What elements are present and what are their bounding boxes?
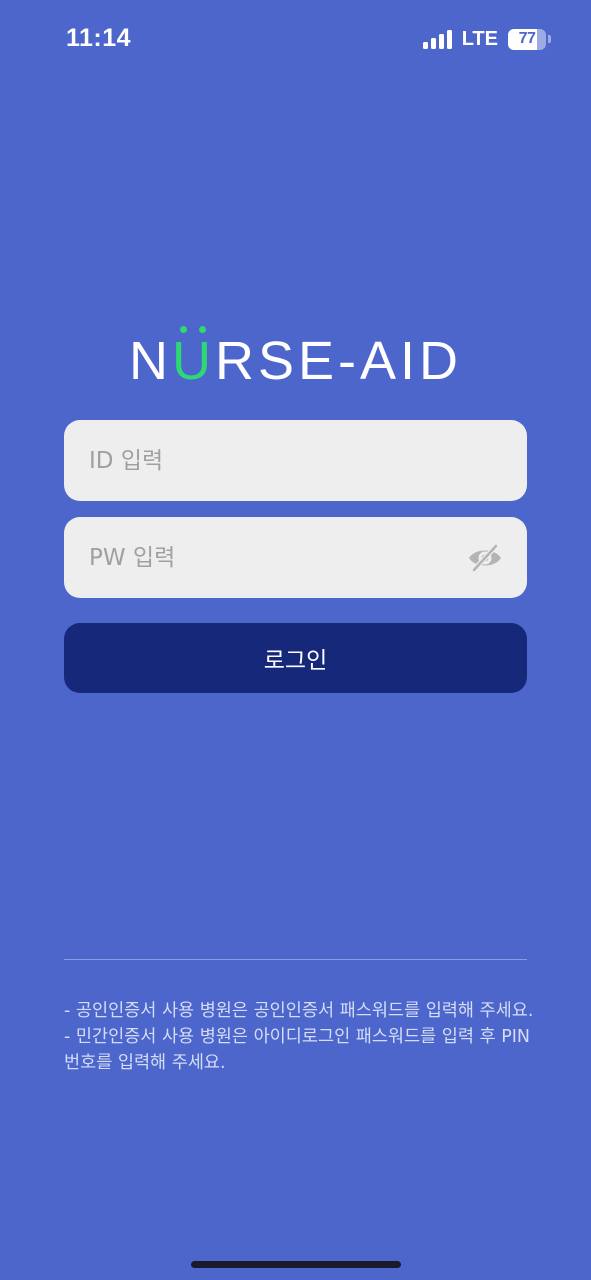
status-time: 11:14 <box>66 24 132 52</box>
network-type: LTE <box>461 27 498 50</box>
status-indicators: LTE 77 <box>422 27 551 51</box>
app-logo: N URSE-AID <box>0 326 591 391</box>
id-input[interactable] <box>64 420 527 501</box>
logo-suffix: RSE-AID <box>214 331 463 391</box>
password-field-container <box>64 517 527 598</box>
login-button[interactable]: 로그인 <box>64 623 527 693</box>
logo-accent-text: U <box>171 331 215 391</box>
battery-icon: 77 <box>508 28 546 50</box>
password-visibility-toggle[interactable] <box>467 541 503 575</box>
status-bar: 11:14 LTE 77 <box>0 0 591 80</box>
battery-percent: 77 <box>518 30 536 47</box>
smile-dots-icon <box>178 326 208 334</box>
divider <box>64 959 527 960</box>
logo-prefix: N <box>128 331 172 391</box>
battery-cap <box>548 35 551 43</box>
password-input[interactable] <box>64 517 527 598</box>
eye-slash-icon <box>469 543 501 573</box>
id-field-container <box>64 420 527 501</box>
notice-line: - 공인인증서 사용 병원은 공인인증서 패스워드를 입력해 주세요. <box>64 1001 534 1021</box>
cellular-signal-icon <box>422 29 452 49</box>
notice-line: - 민간인증서 사용 병원은 아이디로그인 패스워드를 입력 후 PIN 번호를… <box>64 1027 531 1073</box>
login-notice: - 공인인증서 사용 병원은 공인인증서 패스워드를 입력해 주세요. - 민간… <box>64 998 534 1076</box>
logo-accent-letter: U <box>171 326 215 391</box>
home-indicator <box>191 1261 401 1268</box>
